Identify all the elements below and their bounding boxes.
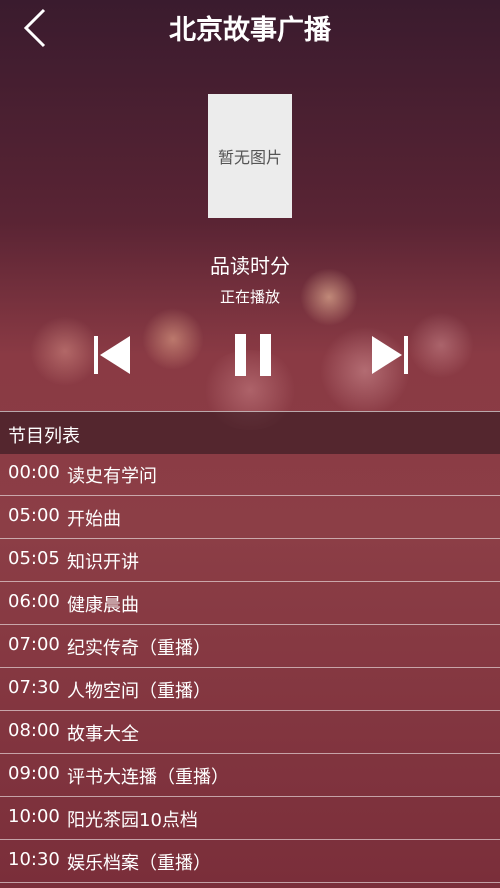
page-title: 北京故事广播: [169, 15, 331, 46]
program-time: 08:00: [8, 720, 60, 741]
program-time: 05:05: [8, 548, 60, 569]
program-row[interactable]: 07:00 纪实传奇（重播）: [0, 625, 500, 668]
skip-previous-icon: [94, 336, 130, 374]
program-name: 健康晨曲: [67, 595, 139, 616]
program-time: 07:30: [8, 677, 60, 698]
program-row[interactable]: 07:30 人物空间（重播）: [0, 668, 500, 711]
bokeh-light: [30, 316, 100, 386]
playback-status: 正在播放: [219, 288, 280, 306]
program-row[interactable]: 05:05 知识开讲: [0, 539, 500, 582]
program-time: 00:00: [8, 462, 60, 483]
skip-next-icon: [372, 336, 408, 374]
program-list-title: 节目列表: [8, 426, 80, 447]
pause-button[interactable]: [233, 332, 273, 378]
bokeh-light: [408, 312, 474, 378]
program-row[interactable]: 00:00 读史有学问: [0, 453, 500, 496]
program-time: 10:00: [8, 806, 60, 827]
program-row[interactable]: 09:00 评书大连播（重播）: [0, 754, 500, 797]
program-name: 人物空间（重播）: [67, 681, 211, 702]
next-button[interactable]: [370, 332, 410, 378]
program-time: 07:00: [8, 634, 60, 655]
program-name: 读史有学问: [67, 466, 157, 487]
program-row[interactable]: 06:00 健康晨曲: [0, 582, 500, 625]
pause-icon: [235, 334, 271, 376]
previous-button[interactable]: [92, 332, 132, 378]
program-time: 06:00: [8, 591, 60, 612]
program-row[interactable]: 10:30 娱乐档案（重播）: [0, 840, 500, 883]
app-header: 北京故事广播: [0, 0, 500, 56]
bokeh-light: [142, 308, 204, 370]
cover-image-placeholder: 暂无图片: [208, 94, 292, 218]
program-row[interactable]: 05:00 开始曲: [0, 496, 500, 539]
program-name: 故事大全: [67, 724, 139, 745]
program-name: 阳光茶园10点档: [67, 810, 198, 831]
program-row[interactable]: 10:00 阳光茶园10点档: [0, 797, 500, 840]
program-time: 09:00: [8, 763, 60, 784]
program-name: 评书大连播（重播）: [67, 767, 229, 788]
program-row[interactable]: 08:00 故事大全: [0, 711, 500, 754]
program-list: 00:00 读史有学问 05:00 开始曲 05:05 知识开讲 06:00 健康晨曲 …: [0, 453, 500, 883]
program-name: 纪实传奇（重播）: [67, 638, 211, 659]
program-time: 10:30: [8, 849, 60, 870]
program-name: 开始曲: [67, 509, 121, 530]
now-playing-program: 品读时分: [210, 254, 290, 278]
program-list-header: 节目列表: [0, 411, 500, 454]
program-time: 05:00: [8, 505, 60, 526]
program-name: 娱乐档案（重播）: [67, 853, 211, 874]
program-name: 知识开讲: [67, 552, 139, 573]
